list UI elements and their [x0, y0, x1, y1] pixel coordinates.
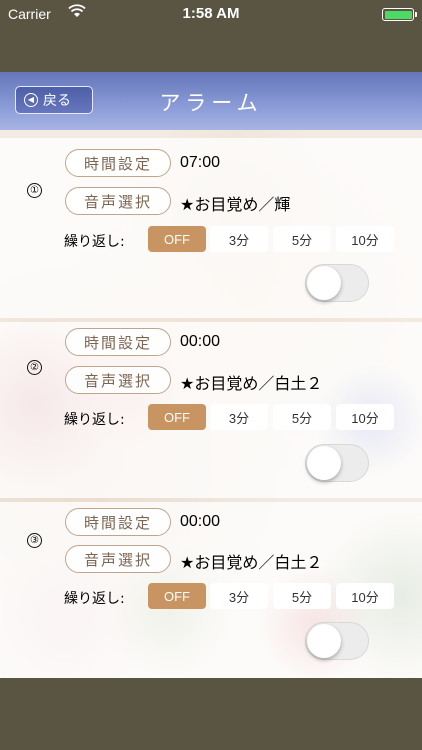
- alarm-list: ① 時間設定 07:00 音声選択 ★お目覚め／輝 繰り返し: OFF 3分 5…: [0, 130, 422, 678]
- repeat-option-5min[interactable]: 5分: [273, 226, 331, 252]
- battery-icon: [382, 8, 417, 21]
- sound-select-button[interactable]: 音声選択: [65, 187, 171, 215]
- alarm-item-2: ② 時間設定 00:00 音声選択 ★お目覚め／白土２ 繰り返し: OFF 3分…: [0, 322, 422, 498]
- repeat-label: 繰り返し:: [64, 412, 125, 428]
- time-setting-button[interactable]: 時間設定: [65, 508, 171, 536]
- alarm-toggle[interactable]: [305, 622, 369, 660]
- repeat-option-3min[interactable]: 3分: [210, 226, 268, 252]
- alarm-number: ②: [27, 360, 42, 375]
- alarm-number: ③: [27, 533, 42, 548]
- repeat-label: 繰り返し:: [64, 591, 125, 607]
- alarm-item-3: ③ 時間設定 00:00 音声選択 ★お目覚め／白土２ 繰り返し: OFF 3分…: [0, 502, 422, 678]
- alarm-item-1: ① 時間設定 07:00 音声選択 ★お目覚め／輝 繰り返し: OFF 3分 5…: [0, 138, 422, 318]
- alarm-sound: ★お目覚め／輝: [180, 195, 291, 214]
- time-setting-button[interactable]: 時間設定: [65, 149, 171, 177]
- sound-select-button[interactable]: 音声選択: [65, 545, 171, 573]
- repeat-option-5min[interactable]: 5分: [273, 583, 331, 609]
- toggle-knob: [307, 446, 341, 480]
- repeat-option-3min[interactable]: 3分: [210, 583, 268, 609]
- alarm-time: 07:00: [180, 154, 221, 171]
- toggle-knob: [307, 624, 341, 658]
- repeat-option-5min[interactable]: 5分: [273, 404, 331, 430]
- toggle-knob: [307, 266, 341, 300]
- status-time: 1:58 AM: [182, 5, 240, 22]
- sound-select-button[interactable]: 音声選択: [65, 366, 171, 394]
- page-title: アラーム: [159, 91, 263, 115]
- alarm-sound: ★お目覚め／白土２: [180, 374, 323, 393]
- repeat-option-off[interactable]: OFF: [148, 583, 206, 609]
- repeat-option-10min[interactable]: 10分: [336, 226, 394, 252]
- alarm-toggle[interactable]: [305, 264, 369, 302]
- time-setting-button[interactable]: 時間設定: [65, 328, 171, 356]
- nav-bar: ◀ 戻る アラーム: [0, 72, 422, 130]
- alarm-number: ①: [27, 183, 42, 198]
- alarm-toggle[interactable]: [305, 444, 369, 482]
- alarm-time: 00:00: [180, 333, 221, 350]
- repeat-option-3min[interactable]: 3分: [210, 404, 268, 430]
- alarm-time: 00:00: [180, 513, 221, 530]
- repeat-option-10min[interactable]: 10分: [336, 404, 394, 430]
- bottom-frame: [0, 678, 422, 750]
- repeat-option-off[interactable]: OFF: [148, 226, 206, 252]
- repeat-option-off[interactable]: OFF: [148, 404, 206, 430]
- alarm-sound: ★お目覚め／白土２: [180, 553, 323, 572]
- repeat-label: 繰り返し:: [64, 234, 125, 250]
- status-bar: Carrier 1:58 AM: [0, 0, 422, 28]
- repeat-option-10min[interactable]: 10分: [336, 583, 394, 609]
